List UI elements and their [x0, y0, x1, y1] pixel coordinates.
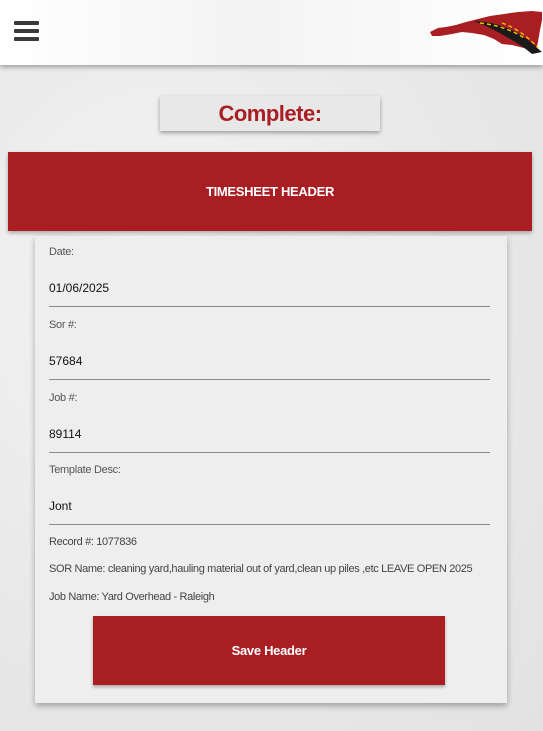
- north-carolina-road-logo[interactable]: [428, 8, 543, 56]
- timesheet-header-title: TIMESHEET HEADER: [8, 152, 532, 231]
- top-nav-bar: [0, 0, 543, 65]
- job-label: Job #:: [49, 392, 78, 404]
- job-name-text: Job Name: Yard Overhead - Raleigh: [49, 591, 215, 603]
- record-number-text: Record #: 1077836: [49, 536, 137, 548]
- sor-label: Sor #:: [49, 319, 77, 331]
- hamburger-menu-icon[interactable]: [14, 19, 39, 43]
- timesheet-header-form: Date: Sor #: Job #: Template Desc: Recor…: [35, 236, 507, 703]
- save-header-button[interactable]: Save Header: [93, 616, 445, 685]
- completion-status-label: Complete:: [160, 96, 380, 131]
- sor-input[interactable]: [49, 342, 490, 380]
- job-input[interactable]: [49, 415, 490, 453]
- template-desc-label: Template Desc:: [49, 464, 121, 476]
- template-desc-input[interactable]: [49, 487, 490, 525]
- sor-name-text: SOR Name: cleaning yard,hauling material…: [49, 563, 473, 575]
- date-input[interactable]: [49, 269, 490, 307]
- date-label: Date:: [49, 246, 74, 258]
